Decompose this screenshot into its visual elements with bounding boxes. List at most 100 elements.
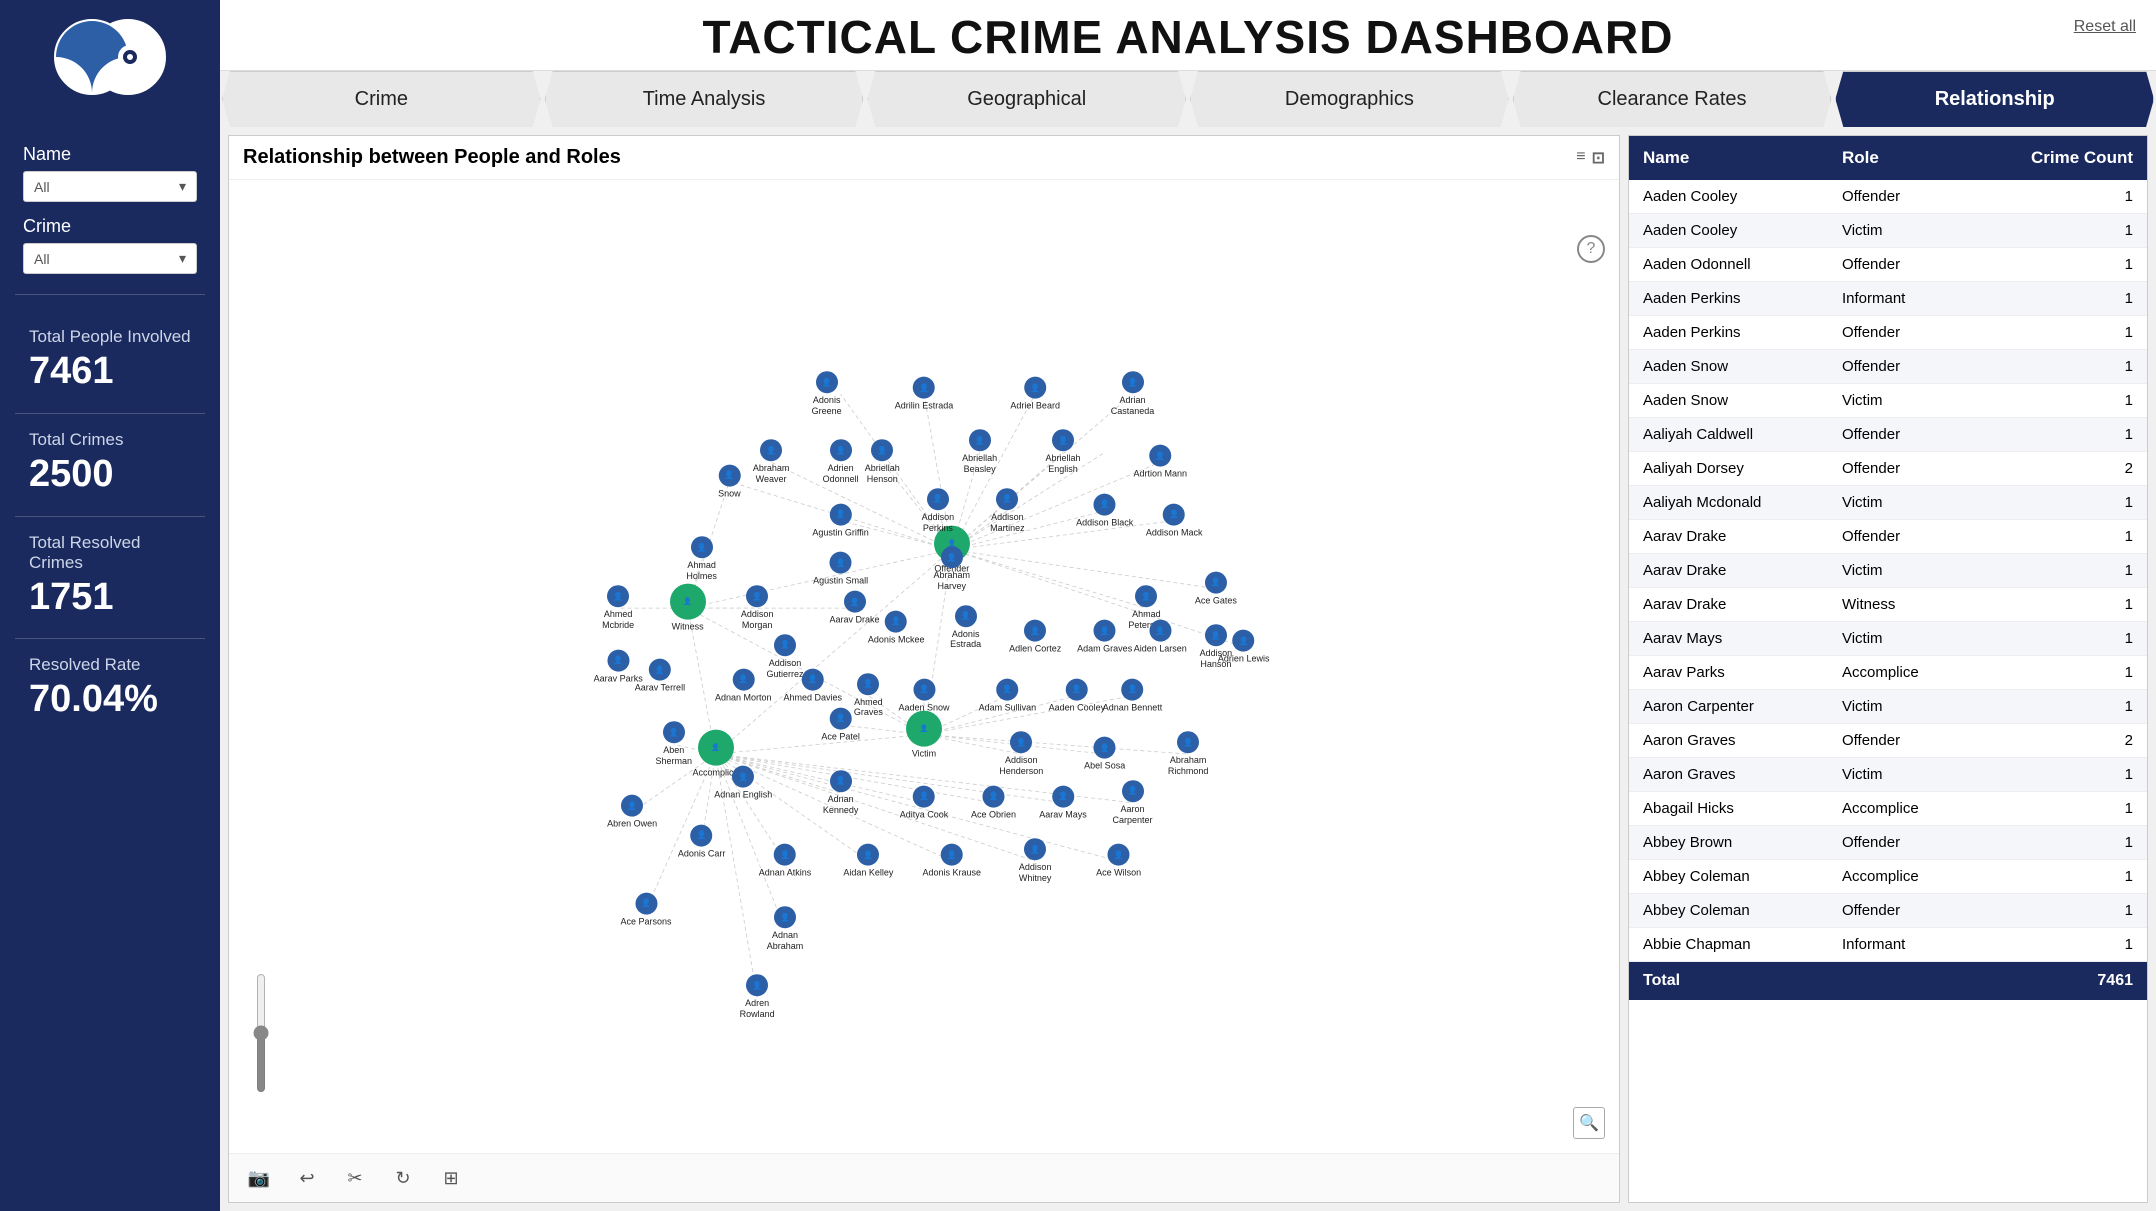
node-adonis-estrada[interactable]: 👤 Adonis Estrada (936, 605, 996, 651)
camera-button[interactable]: 📷 (243, 1162, 275, 1194)
node-label-adam-sullivan: Adam Sullivan (979, 702, 1037, 713)
node-adonis-mckee[interactable]: 👤 Adonis Mckee (868, 610, 925, 645)
node-ace-wilson[interactable]: 👤 Ace Wilson (1096, 844, 1141, 879)
node-adonis-greene[interactable]: 👤 Adonis Greene (797, 371, 857, 417)
zoom-slider[interactable] (253, 973, 269, 1093)
node-adlen-cortez[interactable]: 👤 Adlen Cortez (1009, 620, 1061, 655)
grid-button[interactable]: ⊞ (435, 1162, 467, 1194)
node-snow[interactable]: 👤 Snow (718, 464, 741, 499)
node-abraham-harvey[interactable]: 👤 Abraham Harvey (922, 546, 982, 592)
node-adam-graves[interactable]: 👤 Adam Graves (1077, 620, 1132, 655)
node-circle-aaden-snow: 👤 (913, 678, 935, 700)
node-adonis-krause[interactable]: 👤 Adonis Krause (923, 844, 982, 879)
node-addison-martinez[interactable]: 👤 Addison Martinez (977, 488, 1037, 534)
node-adam-sullivan[interactable]: 👤 Adam Sullivan (979, 678, 1037, 713)
table-row: Aarav Mays Victim 1 (1629, 622, 2147, 656)
node-aaden-snow[interactable]: 👤 Aaden Snow (898, 678, 949, 713)
node-adnan-abraham[interactable]: 👤 Adnan Abraham (755, 906, 815, 952)
expand-icon[interactable]: ⊡ (1592, 148, 1605, 168)
crime-filter-select[interactable]: All ▾ (23, 243, 197, 274)
node-agustin-griffin[interactable]: 👤 Agustin Griffin (812, 503, 868, 538)
node-abren-owen[interactable]: 👤 Abren Owen (607, 795, 657, 830)
node-adriel-beard[interactable]: 👤 Adriel Beard (1010, 377, 1060, 412)
node-adnan-morton[interactable]: 👤 Adnan Morton (715, 669, 772, 704)
name-filter-select[interactable]: All ▾ (23, 171, 197, 202)
node-circle-ace-gates: 👤 (1205, 571, 1227, 593)
undo-button[interactable]: ↩ (291, 1162, 323, 1194)
node-ace-patel[interactable]: 👤 Ace Patel (821, 707, 860, 742)
cell-count: 1 (1970, 792, 2147, 826)
node-circle-aarav-terrell: 👤 (649, 659, 671, 681)
node-label-adnan-atkins: Adnan Atkins (759, 868, 812, 879)
node-abraham-weaver[interactable]: 👤 Abraham Weaver (741, 439, 801, 485)
reset-button[interactable]: Reset all (2074, 18, 2136, 36)
graph-canvas[interactable]: ? (229, 180, 1619, 1153)
node-addison-perkins[interactable]: 👤 Addison Perkins (908, 488, 968, 534)
node-ahmad-holmes[interactable]: 👤 Ahmad Holmes (672, 537, 732, 583)
node-abriellah-english[interactable]: 👤 Abriellah English (1033, 430, 1093, 476)
node-adrtion-mann[interactable]: 👤 Adrtion Mann (1134, 445, 1188, 480)
node-label-abraham-richmond: Abraham Richmond (1158, 755, 1218, 777)
node-abel-sosa[interactable]: 👤 Abel Sosa (1084, 737, 1125, 772)
cell-name: Aaron Graves (1629, 724, 1828, 758)
node-adnan-bennett[interactable]: 👤 Adnan Bennett (1103, 678, 1163, 713)
node-aiden-larsen[interactable]: 👤 Aiden Larsen (1134, 620, 1187, 655)
node-ace-obrien[interactable]: 👤 Ace Obrien (971, 785, 1016, 820)
node-ace-gates[interactable]: 👤 Ace Gates (1195, 571, 1237, 606)
table-row: Aarav Drake Witness 1 (1629, 588, 2147, 622)
node-aaden-cooley[interactable]: 👤 Aaden Cooley (1049, 678, 1106, 713)
node-adnan-kennedy[interactable]: 👤 Adnan Kennedy (811, 770, 871, 816)
node-aidan-kelley[interactable]: 👤 Aidan Kelley (843, 844, 893, 879)
header: TACTICAL CRIME ANALYSIS DASHBOARD Reset … (220, 0, 2156, 71)
cell-role: Victim (1828, 384, 1970, 418)
node-abriellah-beasley[interactable]: 👤 Abriellah Beasley (950, 430, 1010, 476)
node-circle-ace-parsons: 👤 (635, 892, 657, 914)
node-agustin-small[interactable]: 👤 Agustin Small (813, 552, 868, 587)
tab-geographical[interactable]: Geographical (867, 71, 1186, 127)
node-circle-ahmad-peterson: 👤 (1135, 585, 1157, 607)
node-victim[interactable]: 👤 Victim (906, 710, 942, 759)
node-aditya-cook[interactable]: 👤 Aditya Cook (900, 785, 949, 820)
tab-relationship[interactable]: Relationship (1835, 71, 2154, 127)
filter-icon[interactable]: ≡ (1576, 148, 1585, 168)
stat-total-crimes: Total Crimes 2500 (15, 418, 205, 508)
node-adren-rowland[interactable]: 👤 Adren Rowland (727, 975, 787, 1021)
help-icon[interactable]: ? (1577, 235, 1605, 263)
node-abraham-richmond[interactable]: 👤 Abraham Richmond (1158, 731, 1218, 777)
node-aben-sherman[interactable]: 👤 Aben Sherman (644, 722, 704, 768)
node-addison-mack[interactable]: 👤 Addison Mack (1146, 503, 1203, 538)
node-addison-morgan[interactable]: 👤 Addison Morgan (727, 585, 787, 631)
search-button[interactable]: 🔍 (1573, 1107, 1605, 1139)
node-adrian-castaneda[interactable]: 👤 Adrian Castaneda (1103, 371, 1163, 417)
refresh-button[interactable]: ↻ (387, 1162, 419, 1194)
tab-time-analysis[interactable]: Time Analysis (545, 71, 864, 127)
node-addison-black[interactable]: 👤 Addison Black (1076, 493, 1133, 528)
node-adrilin-estrada[interactable]: 👤 Adrilin Estrada (895, 377, 954, 412)
table-footer-empty (1828, 962, 1970, 1001)
stat-resolved-rate-label: Resolved Rate (29, 655, 191, 675)
node-circle-abriellah-henson: 👤 (871, 439, 893, 461)
node-ahmed-davies[interactable]: 👤 Ahmed Davies (784, 669, 843, 704)
node-addison-hanson[interactable]: 👤 Addison Hanson (1186, 624, 1246, 670)
node-aarav-terrell[interactable]: 👤 Aarav Terrell (635, 659, 685, 694)
node-adnan-english[interactable]: 👤 Adnan English (714, 766, 772, 801)
tab-crime[interactable]: Crime (222, 71, 541, 127)
node-adrien-odonnell[interactable]: 👤 Adrien Odonnell (811, 439, 871, 485)
table-scroll[interactable]: Name Role Crime Count Aaden Cooley Offen… (1629, 136, 2147, 1202)
node-aaron-carpenter[interactable]: 👤 Aaron Carpenter (1103, 780, 1163, 826)
node-ace-parsons[interactable]: 👤 Ace Parsons (620, 892, 671, 927)
cell-count: 2 (1970, 724, 2147, 758)
tab-demographics[interactable]: Demographics (1190, 71, 1509, 127)
node-label-aarav-terrell: Aarav Terrell (635, 683, 685, 694)
main-content: TACTICAL CRIME ANALYSIS DASHBOARD Reset … (220, 0, 2156, 1211)
cut-button[interactable]: ✂ (339, 1162, 371, 1194)
node-adonis-carr[interactable]: 👤 Adonis Carr (678, 824, 726, 859)
node-witness[interactable]: 👤 Witness (670, 584, 706, 633)
node-addison-henderson[interactable]: 👤 Addison Henderson (991, 731, 1051, 777)
node-adnan-atkins[interactable]: 👤 Adnan Atkins (759, 844, 812, 879)
node-circle-adonis-greene: 👤 (816, 371, 838, 393)
node-addison-whitney[interactable]: 👤 Addison Whitney (1005, 838, 1065, 884)
node-ahmed-mcbride[interactable]: 👤 Ahmed Mcbride (588, 585, 648, 631)
tab-clearance-rates[interactable]: Clearance Rates (1513, 71, 1832, 127)
node-aarav-mays[interactable]: 👤 Aarav Mays (1039, 785, 1087, 820)
